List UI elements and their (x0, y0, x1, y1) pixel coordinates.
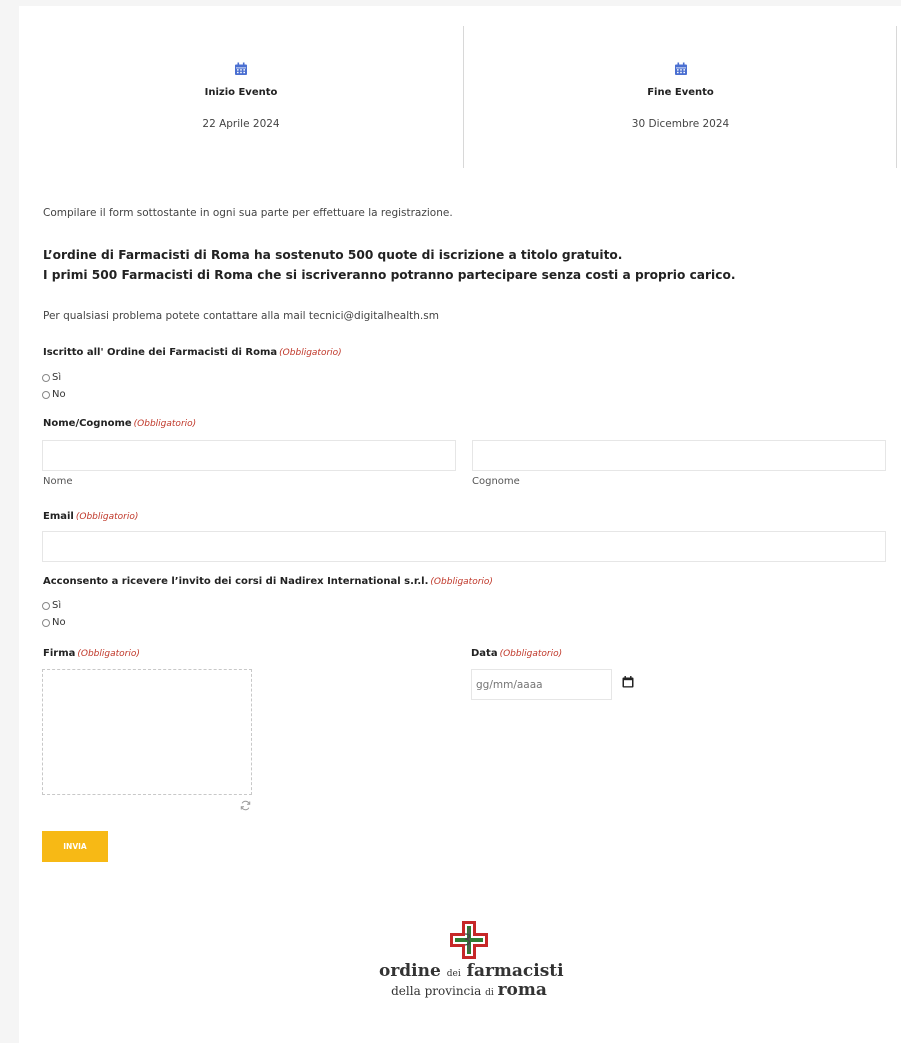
date-input[interactable] (471, 669, 612, 700)
consenso-option-no[interactable]: No (42, 617, 66, 628)
event-start: Inizio Evento 22 Aprile 2024 (19, 26, 463, 168)
required-tag: (Obbligatorio) (430, 577, 493, 587)
radio-button[interactable] (42, 390, 50, 399)
logo-word: farmacisti (466, 961, 564, 981)
calendar-icon[interactable] (622, 676, 634, 688)
registration-page: Inizio Evento 22 Aprile 2024 Fine Evento… (19, 6, 901, 1043)
logo-word: della (391, 984, 421, 998)
iscritto-option-si[interactable]: Sì (42, 372, 61, 383)
logo-word: roma (497, 980, 547, 1000)
last-name-input[interactable] (472, 440, 886, 471)
event-end: Fine Evento 30 Dicembre 2024 (464, 26, 897, 168)
iscritto-option-no[interactable]: No (42, 389, 66, 400)
logo-word: dei (446, 969, 461, 979)
iscritto-label-text: Iscritto all' Ordine dei Farmacisti di R… (43, 347, 278, 358)
calendar-icon (674, 62, 687, 75)
event-end-label: Fine Evento (647, 87, 714, 98)
required-tag: (Obbligatorio) (279, 348, 342, 358)
email-label: Email (Obbligatorio) (43, 511, 138, 522)
logo-word: di (485, 988, 494, 998)
data-label-text: Data (471, 648, 498, 659)
first-name-sublabel: Nome (43, 476, 73, 487)
firma-label-text: Firma (43, 648, 76, 659)
radio-label: Sì (52, 372, 62, 383)
first-name-input[interactable] (42, 440, 456, 471)
firma-label: Firma (Obbligatorio) (43, 648, 140, 659)
refresh-icon[interactable] (240, 800, 251, 811)
required-tag: (Obbligatorio) (77, 649, 140, 659)
required-tag: (Obbligatorio) (499, 649, 563, 659)
submit-button[interactable]: INVIA (42, 831, 108, 862)
instructions-text: Compilare il form sottostante in ogni su… (43, 207, 453, 219)
logo-word: provincia (424, 984, 482, 998)
signature-pad[interactable] (42, 669, 252, 795)
consenso-label: Acconsento a ricevere l’invito dei corsi… (43, 576, 493, 587)
last-name-sublabel: Cognome (472, 476, 520, 487)
radio-label: No (52, 389, 66, 400)
event-divider (896, 26, 897, 168)
data-label: Data (Obbligatorio) (471, 648, 562, 659)
required-tag: (Obbligatorio) (133, 419, 197, 429)
iscritto-label: Iscritto all' Ordine dei Farmacisti di R… (43, 347, 342, 358)
highlight-text: L’ordine di Farmacisti di Roma ha sosten… (43, 245, 735, 285)
event-end-date: 30 Dicembre 2024 (631, 118, 730, 130)
radio-button[interactable] (42, 618, 50, 627)
nome-cognome-label: Nome/Cognome (Obbligatorio) (43, 418, 196, 429)
highlight-line-1: L’ordine di Farmacisti di Roma ha sosten… (43, 248, 623, 262)
nome-cognome-label-text: Nome/Cognome (43, 418, 132, 429)
radio-label: Sì (52, 600, 62, 611)
calendar-icon (235, 62, 247, 75)
contact-text: Per qualsiasi problema potete contattare… (43, 310, 439, 322)
email-label-text: Email (43, 511, 74, 522)
ordine-farmacisti-logo: ordine dei farmacisti della provincia di… (379, 920, 564, 1001)
radio-button[interactable] (42, 601, 50, 610)
consenso-label-text: Acconsento a ricevere l’invito dei corsi… (43, 576, 429, 587)
logo-line-2: della provincia di roma (379, 980, 559, 1001)
event-start-label: Inizio Evento (204, 87, 278, 98)
logo-cross-icon (450, 921, 488, 959)
required-tag: (Obbligatorio) (75, 512, 139, 522)
email-input[interactable] (42, 531, 886, 562)
event-start-date: 22 Aprile 2024 (202, 118, 280, 130)
consenso-option-si[interactable]: Sì (42, 600, 61, 611)
logo-word: ordine (379, 961, 441, 981)
radio-button[interactable] (42, 373, 50, 382)
radio-label: No (52, 617, 66, 628)
highlight-line-2: I primi 500 Farmacisti di Roma che si is… (43, 268, 736, 282)
